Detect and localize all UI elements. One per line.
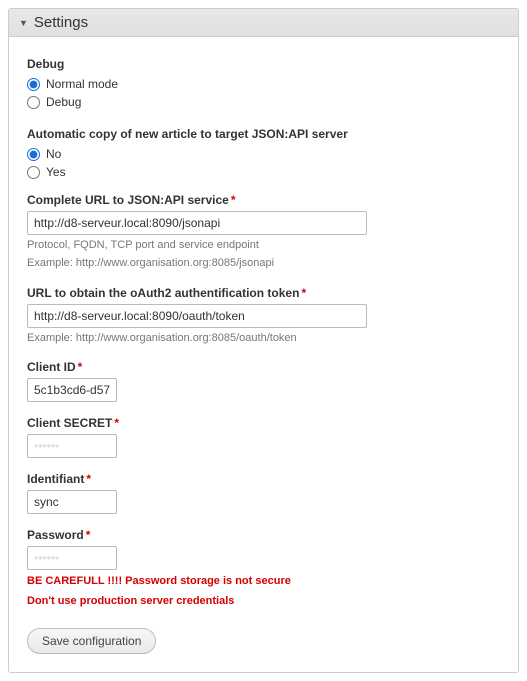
autocopy-radio-yes-label: Yes <box>46 165 66 179</box>
client-secret-input[interactable] <box>27 434 117 458</box>
required-marker: * <box>231 193 236 207</box>
autocopy-option-yes[interactable]: Yes <box>27 165 500 179</box>
autocopy-radio-no-label: No <box>46 147 61 161</box>
settings-panel-header[interactable]: ▼ Settings <box>9 9 518 37</box>
debug-legend: Debug <box>27 57 500 71</box>
debug-option-debug[interactable]: Debug <box>27 95 500 109</box>
client-id-field: Client ID* <box>27 360 500 402</box>
client-secret-label-text: Client SECRET <box>27 416 112 430</box>
autocopy-radio-yes[interactable] <box>27 166 40 179</box>
url-service-input[interactable] <box>27 211 367 235</box>
autocopy-radio-no[interactable] <box>27 148 40 161</box>
client-id-label: Client ID* <box>27 360 500 374</box>
required-marker: * <box>86 528 91 542</box>
url-oauth-help: Example: http://www.organisation.org:808… <box>27 331 500 346</box>
required-marker: * <box>301 286 306 300</box>
url-oauth-field: URL to obtain the oAuth2 authentificatio… <box>27 286 500 346</box>
debug-radio-normal[interactable] <box>27 78 40 91</box>
identifiant-label: Identifiant* <box>27 472 500 486</box>
client-id-input[interactable] <box>27 378 117 402</box>
client-secret-field: Client SECRET* <box>27 416 500 458</box>
identifiant-label-text: Identifiant <box>27 472 84 486</box>
settings-panel-body: Debug Normal mode Debug Automatic copy o… <box>9 37 518 672</box>
password-warning-1: BE CAREFULL !!!! Password storage is not… <box>27 574 500 590</box>
required-marker: * <box>78 360 83 374</box>
client-secret-label: Client SECRET* <box>27 416 500 430</box>
password-label-text: Password <box>27 528 84 542</box>
debug-radio-debug[interactable] <box>27 96 40 109</box>
url-oauth-label-text: URL to obtain the oAuth2 authentificatio… <box>27 286 299 300</box>
debug-radio-debug-label: Debug <box>46 95 81 109</box>
password-input[interactable] <box>27 546 117 570</box>
autocopy-option-no[interactable]: No <box>27 147 500 161</box>
url-oauth-input[interactable] <box>27 304 367 328</box>
save-configuration-button[interactable]: Save configuration <box>27 628 156 654</box>
url-service-help2: Example: http://www.organisation.org:808… <box>27 256 500 271</box>
password-warning-2: Don't use production server credentials <box>27 594 500 610</box>
panel-title: Settings <box>34 14 88 31</box>
url-service-field: Complete URL to JSON:API service* Protoc… <box>27 193 500 272</box>
url-service-label-text: Complete URL to JSON:API service <box>27 193 229 207</box>
url-service-label: Complete URL to JSON:API service* <box>27 193 500 207</box>
url-oauth-label: URL to obtain the oAuth2 authentificatio… <box>27 286 500 300</box>
required-marker: * <box>86 472 91 486</box>
url-service-help1: Protocol, FQDN, TCP port and service end… <box>27 238 500 253</box>
debug-radio-normal-label: Normal mode <box>46 77 118 91</box>
autocopy-legend: Automatic copy of new article to target … <box>27 127 500 141</box>
debug-option-normal[interactable]: Normal mode <box>27 77 500 91</box>
required-marker: * <box>114 416 119 430</box>
identifiant-field: Identifiant* <box>27 472 500 514</box>
settings-panel: ▼ Settings Debug Normal mode Debug Autom… <box>8 8 519 673</box>
client-id-label-text: Client ID <box>27 360 76 374</box>
password-label: Password* <box>27 528 500 542</box>
identifiant-input[interactable] <box>27 490 117 514</box>
collapse-triangle-icon: ▼ <box>19 18 28 28</box>
password-field: Password* BE CAREFULL !!!! Password stor… <box>27 528 500 610</box>
